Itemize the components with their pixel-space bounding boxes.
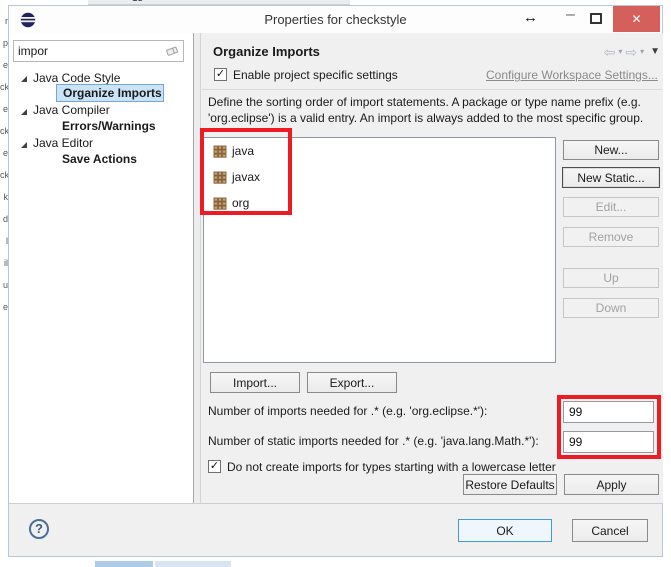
- tree-expander-icon[interactable]: [20, 75, 28, 83]
- lowercase-imports-label: Do not create imports for types starting…: [227, 460, 556, 474]
- panel-sash[interactable]: [193, 33, 201, 503]
- up-button[interactable]: Up: [563, 268, 659, 288]
- edit-button[interactable]: Edit...: [563, 197, 659, 217]
- list-item-label: org: [232, 196, 249, 210]
- list-item[interactable]: java: [213, 139, 254, 163]
- tree-expander-icon[interactable]: [20, 108, 28, 116]
- enable-project-settings-checkbox[interactable]: ✓: [214, 68, 227, 81]
- list-item[interactable]: javax: [213, 165, 260, 189]
- window-title: Properties for checkstyle: [9, 6, 662, 33]
- background-text-fragment: l: [0, 236, 8, 246]
- background-text-fragment: p: [0, 38, 8, 48]
- tree-item-java-code-style[interactable]: Java Code Style: [33, 71, 120, 85]
- forward-history-dropdown-icon[interactable]: ▾: [640, 48, 644, 56]
- ok-button[interactable]: OK: [458, 519, 552, 542]
- help-button[interactable]: ?: [29, 519, 49, 539]
- list-item-label: java: [232, 144, 254, 158]
- down-button[interactable]: Down: [563, 298, 659, 318]
- page-navigation: ⇦ ▾ ⇨ ▾ ▼: [592, 45, 660, 59]
- background-text-fragment: u: [0, 280, 8, 290]
- static-imports-needed-label: Number of static imports needed for .* (…: [208, 434, 539, 448]
- configure-workspace-settings-link[interactable]: Configure Workspace Settings...: [486, 68, 658, 82]
- filter-field-frame: [13, 40, 184, 62]
- description-line-1: Define the sorting order of import state…: [208, 95, 641, 109]
- package-icon: [213, 144, 227, 158]
- lowercase-imports-checkbox[interactable]: ✓: [208, 460, 221, 473]
- tree-item-organize-imports[interactable]: Organize Imports: [56, 84, 164, 102]
- import-button[interactable]: Import...: [210, 372, 300, 393]
- back-arrow-icon[interactable]: ⇦: [604, 45, 616, 59]
- new-button[interactable]: New...: [563, 140, 659, 160]
- export-button[interactable]: Export...: [307, 372, 397, 393]
- footer-separator: [9, 503, 663, 504]
- taskbar-fragment: [155, 561, 231, 567]
- cancel-button[interactable]: Cancel: [572, 519, 648, 542]
- description-line-2: 'org.eclipse') is a valid entry. An impo…: [208, 111, 643, 125]
- background-text-fragment: ck: [0, 170, 8, 180]
- background-text-fragment: d: [0, 214, 8, 224]
- static-imports-needed-field-frame: [563, 431, 654, 453]
- background-text-fragment: r: [0, 16, 8, 26]
- background-text-fragment: e: [0, 302, 8, 312]
- background-text-fragment: il: [0, 258, 8, 268]
- enable-project-settings-label: Enable project specific settings: [233, 68, 398, 82]
- list-item-label: javax: [232, 170, 260, 184]
- new-static-button[interactable]: New Static...: [562, 167, 660, 188]
- tree-item-save-actions[interactable]: Save Actions: [62, 152, 137, 166]
- close-button[interactable]: ✕: [613, 6, 660, 32]
- tree-item-java-compiler[interactable]: Java Compiler: [33, 103, 110, 117]
- header-separator: [202, 89, 662, 90]
- tree-expander-icon[interactable]: [20, 141, 28, 149]
- package-icon: [213, 170, 227, 184]
- imports-needed-input[interactable]: [569, 404, 649, 420]
- background-text-fragment: 15: [132, 0, 143, 4]
- background-text-fragment: ck: [0, 82, 8, 92]
- background-text-fragment: ck: [0, 126, 8, 136]
- tree-item-java-editor[interactable]: Java Editor: [33, 136, 93, 150]
- resize-icon[interactable]: ↔: [523, 9, 538, 26]
- background-text-fragment: e: [0, 60, 8, 70]
- screenshot-stage: r p e ck e ck e ck k d l il u e 15 Prope…: [0, 0, 671, 567]
- minimize-button[interactable]: –: [566, 6, 575, 24]
- view-menu-icon[interactable]: ▼: [650, 47, 660, 57]
- page-title: Organize Imports: [213, 44, 320, 59]
- apply-button[interactable]: Apply: [564, 474, 659, 495]
- maximize-button[interactable]: [590, 13, 602, 24]
- list-item[interactable]: org: [213, 191, 249, 215]
- forward-arrow-icon[interactable]: ⇨: [625, 45, 637, 59]
- taskbar-fragment: [95, 561, 153, 567]
- static-imports-needed-input[interactable]: [569, 434, 649, 450]
- remove-button[interactable]: Remove: [563, 227, 659, 247]
- imports-needed-label: Number of imports needed for .* (e.g. 'o…: [208, 404, 487, 418]
- background-text-fragment: e: [0, 104, 8, 114]
- background-text-fragment: k: [0, 192, 8, 202]
- restore-defaults-button[interactable]: Restore Defaults: [463, 474, 557, 495]
- clear-filter-icon[interactable]: [165, 45, 179, 57]
- imports-needed-field-frame: [563, 401, 654, 423]
- tree-item-errors-warnings[interactable]: Errors/Warnings: [62, 119, 156, 133]
- filter-input[interactable]: [18, 43, 158, 59]
- background-text-fragment: e: [0, 148, 8, 158]
- back-history-dropdown-icon[interactable]: ▾: [618, 48, 622, 56]
- package-icon: [213, 196, 227, 210]
